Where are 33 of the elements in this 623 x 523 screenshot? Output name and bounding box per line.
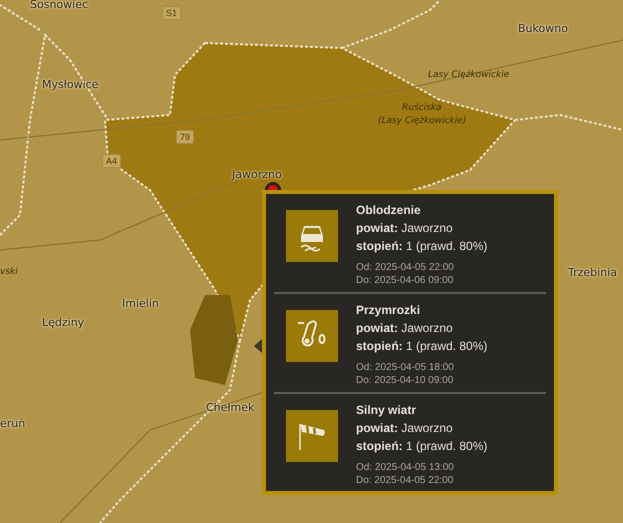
severity-line: stopień: 1 (prawd. 80%) bbox=[356, 338, 488, 355]
road-shield: 79 bbox=[176, 130, 194, 144]
place-label: Chełmek bbox=[206, 401, 254, 414]
end-time: Do: 2025-04-10 09:00 bbox=[356, 374, 454, 387]
start-time: Od: 2025-04-05 22:00 bbox=[356, 261, 455, 274]
place-label: Lędziny bbox=[42, 316, 84, 329]
place-label: Mysłowice bbox=[42, 78, 98, 91]
place-label: Bukowno bbox=[518, 22, 568, 35]
windsock-icon bbox=[286, 410, 338, 462]
severity-line: stopień: 1 (prawd. 80%) bbox=[356, 438, 488, 455]
road-shield: A4 bbox=[102, 154, 122, 168]
thermometer-icon bbox=[286, 310, 338, 362]
place-label: Imielin bbox=[122, 297, 159, 310]
area-label: vski bbox=[0, 267, 18, 277]
county-line: powiat: Jaworzno bbox=[356, 220, 454, 237]
warning-title: Silny wiatr bbox=[356, 402, 418, 419]
warning-title: Przymrozki bbox=[356, 302, 422, 319]
place-label: Sosnowiec bbox=[30, 0, 88, 11]
start-time: Od: 2025-04-05 18:00 bbox=[356, 361, 455, 374]
start-time: Od: 2025-04-05 13:00 bbox=[356, 461, 455, 474]
end-time: Do: 2025-04-06 09:00 bbox=[356, 274, 454, 287]
place-label: eruń bbox=[0, 417, 26, 430]
warning-title: Oblodzenie bbox=[356, 202, 422, 219]
county-line: powiat: Jaworzno bbox=[356, 420, 454, 437]
severity-line: stopień: 1 (prawd. 80%) bbox=[356, 238, 488, 255]
end-time: Do: 2025-04-05 22:00 bbox=[356, 474, 454, 487]
place-label: Jaworzno bbox=[232, 168, 282, 181]
county-line: powiat: Jaworzno bbox=[356, 320, 454, 337]
place-label: Trzebinia bbox=[568, 266, 617, 279]
area-label: Ruściska bbox=[402, 103, 442, 113]
area-label: Lasy Ciężkowickie bbox=[428, 70, 510, 80]
road-shield: S1 bbox=[162, 6, 182, 20]
area-label: (Lasy Ciężkowickie) bbox=[378, 116, 466, 126]
